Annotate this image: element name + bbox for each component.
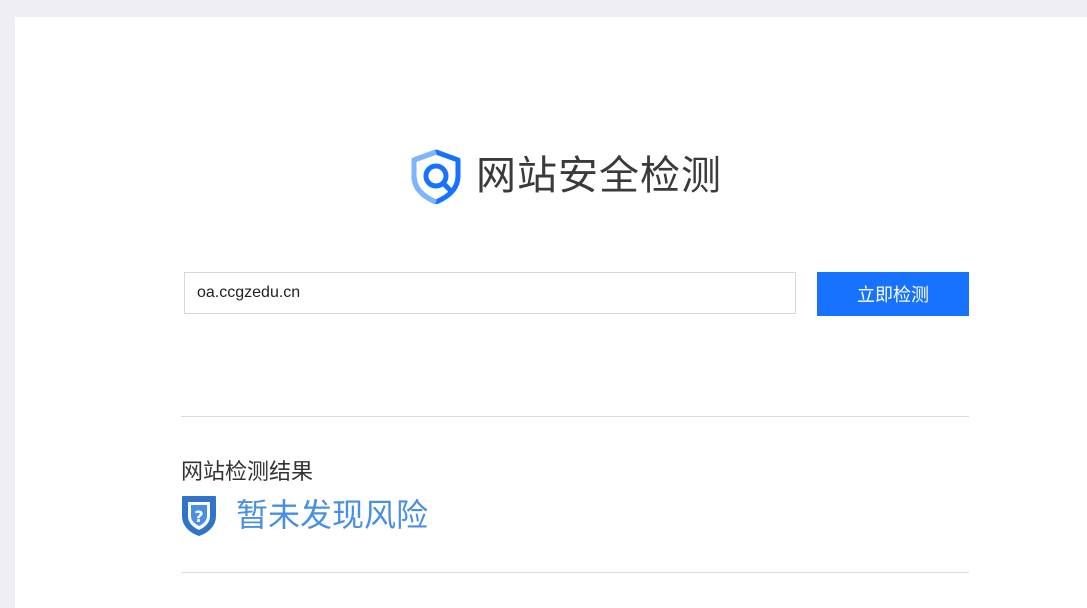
shield-question-icon: ? [180,494,218,536]
result-status-row: ? 暂未发现风险 [180,494,428,536]
result-status-text: 暂未发现风险 [236,496,429,534]
divider-top [181,416,969,417]
url-input[interactable] [184,272,796,314]
divider-bottom [181,572,969,573]
shield-search-icon [408,148,464,204]
result-heading: 网站检测结果 [181,460,314,485]
brand-header: 网站安全检测 [408,148,722,204]
detect-button[interactable]: 立即检测 [817,272,969,316]
svg-text:?: ? [194,507,203,526]
page-title: 网站安全检测 [476,153,722,199]
